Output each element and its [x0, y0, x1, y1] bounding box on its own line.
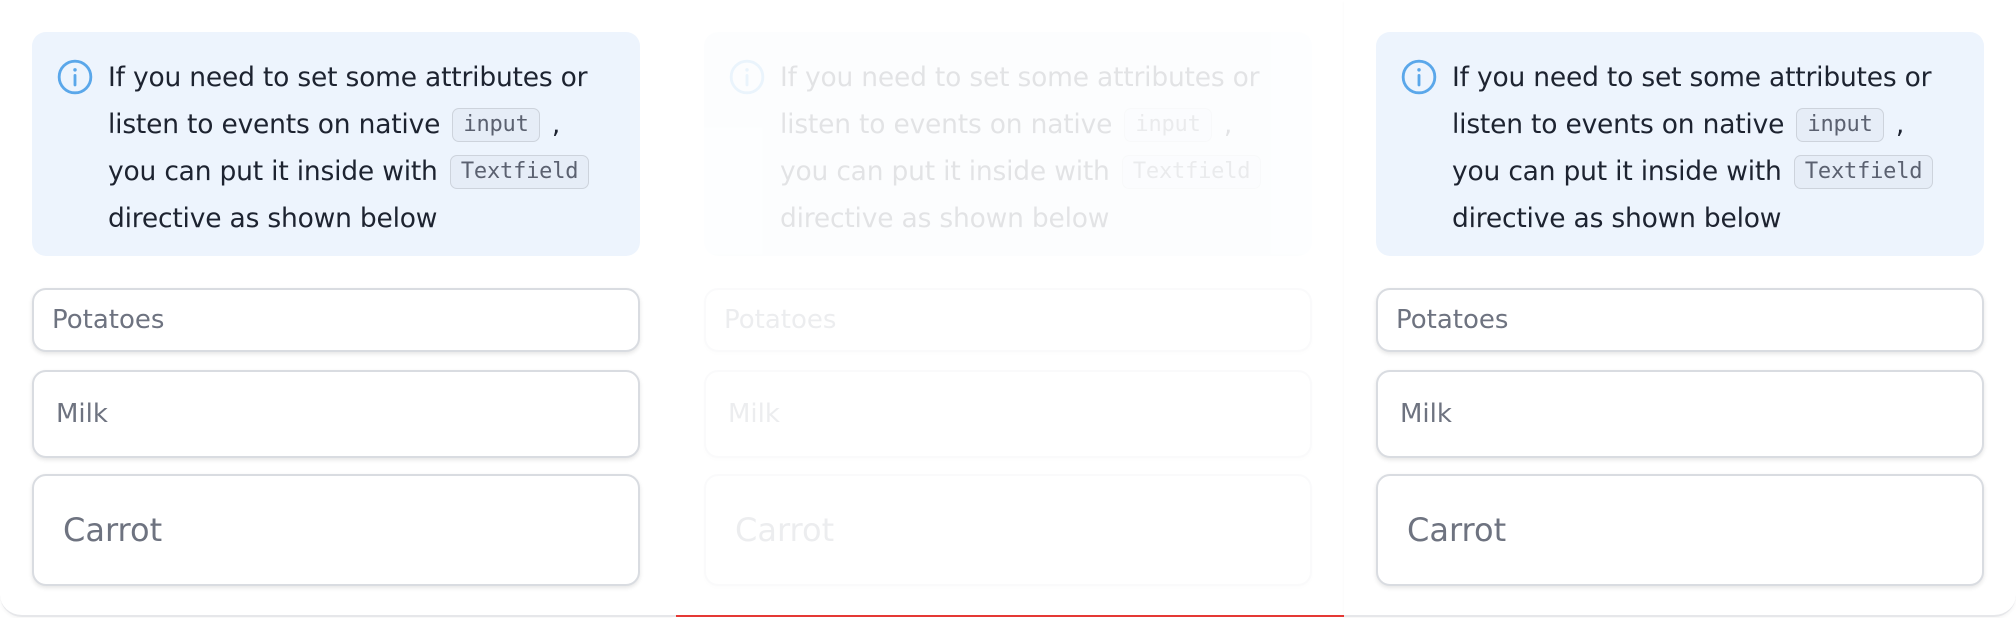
carrot-textfield-large[interactable]: Carrot: [32, 474, 640, 586]
potatoes-textfield-small[interactable]: Potatoes: [32, 288, 640, 352]
code-input: input: [1124, 108, 1212, 142]
carrot-textfield-large[interactable]: Carrot: [1376, 474, 1984, 586]
field-value: Carrot: [1407, 511, 1507, 549]
field-value: Milk: [1400, 399, 1452, 429]
milk-textfield-medium[interactable]: Milk: [1376, 370, 1984, 458]
field-value: Carrot: [63, 511, 163, 549]
field-value: Potatoes: [1396, 305, 1509, 335]
stage: If you need to set some attributes or li…: [0, 0, 2016, 618]
potatoes-textfield-small[interactable]: Potatoes: [704, 288, 1312, 352]
field-value: Potatoes: [52, 305, 165, 335]
alert-message: If you need to set some attributes or li…: [108, 54, 616, 242]
code-textfield: Textfield: [1793, 155, 1934, 189]
milk-textfield-medium[interactable]: Milk: [704, 370, 1312, 458]
textfield-demo-panel-1: If you need to set some attributes or li…: [0, 0, 672, 617]
field-value: Milk: [728, 399, 780, 429]
alert-message: If you need to set some attributes or li…: [1452, 54, 1960, 242]
field-value: Milk: [56, 399, 108, 429]
info-circle-icon: [729, 59, 765, 95]
potatoes-textfield-small[interactable]: Potatoes: [1376, 288, 1984, 352]
field-value: Carrot: [735, 511, 835, 549]
alert-text-part-3: directive as shown below: [108, 203, 438, 234]
info-circle-icon: [1401, 59, 1437, 95]
field-value: Potatoes: [724, 305, 837, 335]
info-alert: If you need to set some attributes or li…: [704, 32, 1312, 256]
highlight-line: [676, 615, 1344, 617]
info-alert: If you need to set some attributes or li…: [1376, 32, 1984, 256]
code-input: input: [1796, 108, 1884, 142]
code-textfield: Textfield: [1121, 155, 1262, 189]
alert-message: If you need to set some attributes or li…: [780, 54, 1288, 242]
milk-textfield-medium[interactable]: Milk: [32, 370, 640, 458]
info-alert: If you need to set some attributes or li…: [32, 32, 640, 256]
alert-text-part-3: directive as shown below: [780, 203, 1110, 234]
textfield-demo-panel-2-faded: If you need to set some attributes or li…: [672, 0, 1344, 617]
code-input: input: [452, 108, 540, 142]
alert-text-part-3: directive as shown below: [1452, 203, 1782, 234]
textfield-demo-panel-3: If you need to set some attributes or li…: [1344, 0, 2016, 617]
code-textfield: Textfield: [449, 155, 590, 189]
info-circle-icon: [57, 59, 93, 95]
carrot-textfield-large[interactable]: Carrot: [704, 474, 1312, 586]
